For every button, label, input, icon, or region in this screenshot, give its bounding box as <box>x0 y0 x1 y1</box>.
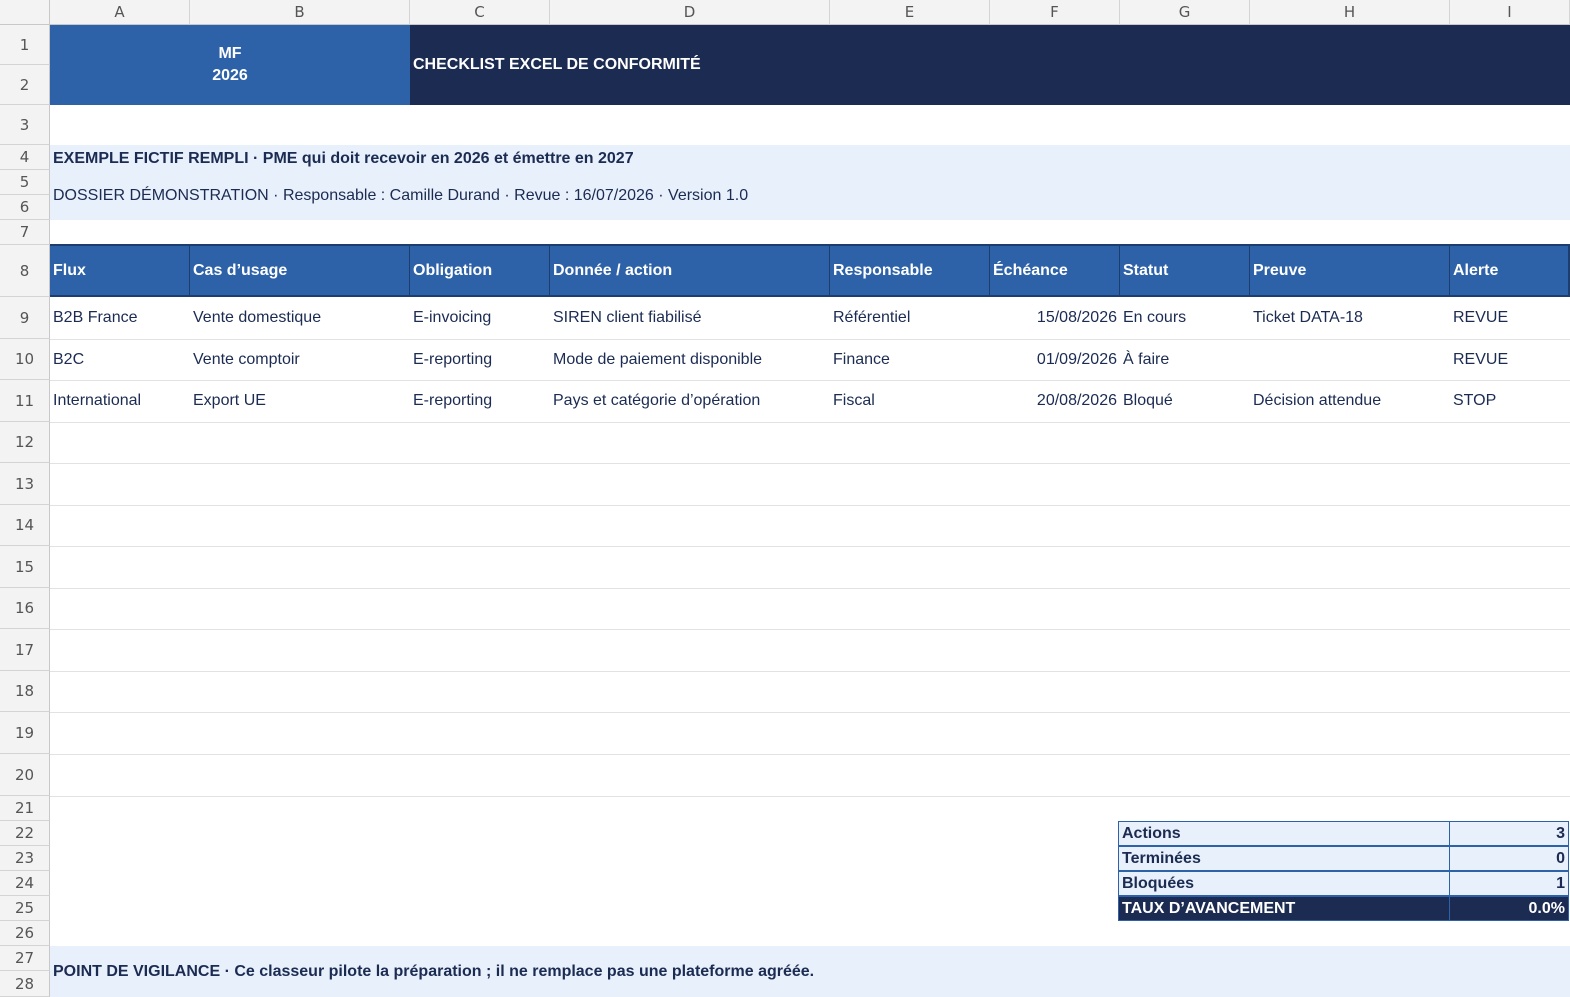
row-divider <box>50 754 1570 755</box>
table-cell[interactable]: Finance <box>830 339 990 380</box>
vigilance-note: POINT DE VIGILANCE · Ce classeur pilote … <box>53 963 815 980</box>
row-header-16[interactable]: 16 <box>0 588 50 629</box>
column-header-h[interactable]: H <box>1250 0 1450 25</box>
logo-block: MF 2026 <box>50 25 410 105</box>
table-cell-status[interactable]: Bloqué <box>1120 380 1250 422</box>
table-cell[interactable]: E-invoicing <box>410 297 550 339</box>
row-header-12[interactable]: 12 <box>0 422 50 463</box>
row-header-11[interactable]: 11 <box>0 380 50 422</box>
th-alerte[interactable]: Alerte <box>1450 244 1570 297</box>
column-header-c[interactable]: C <box>410 0 550 25</box>
column-header-d[interactable]: D <box>550 0 830 25</box>
row-header-25[interactable]: 25 <box>0 896 50 921</box>
row-header-2[interactable]: 2 <box>0 65 50 105</box>
row-header-6[interactable]: 6 <box>0 195 50 220</box>
row-header-17[interactable]: 17 <box>0 629 50 671</box>
table-cell[interactable]: Vente domestique <box>190 297 410 339</box>
select-all-corner[interactable] <box>0 0 50 25</box>
row-divider <box>50 546 1570 547</box>
row-header-15[interactable]: 15 <box>0 546 50 588</box>
th-responsable[interactable]: Responsable <box>830 244 990 297</box>
summary-bloquees-value[interactable]: 1 <box>1449 871 1569 896</box>
table-cell[interactable]: Référentiel <box>830 297 990 339</box>
row-header-10[interactable]: 10 <box>0 339 50 380</box>
row-header-21[interactable]: 21 <box>0 796 50 821</box>
table-cell[interactable]: International <box>50 380 190 422</box>
column-header-e[interactable]: E <box>830 0 990 25</box>
row-header-1[interactable]: 1 <box>0 25 50 65</box>
row-header-14[interactable]: 14 <box>0 505 50 546</box>
row-header-20[interactable]: 20 <box>0 754 50 796</box>
table-cell-alert[interactable]: REVUE <box>1450 339 1570 380</box>
table-cell[interactable]: Pays et catégorie d’opération <box>550 380 830 422</box>
table-cell[interactable]: Ticket DATA-18 <box>1250 297 1450 339</box>
row-header-23[interactable]: 23 <box>0 846 50 871</box>
dossier-line: DOSSIER DÉMONSTRATION · Responsable : Ca… <box>53 186 749 204</box>
summary-actions-value[interactable]: 3 <box>1449 821 1569 846</box>
row-divider <box>50 505 1570 506</box>
th-preuve[interactable]: Preuve <box>1250 244 1450 297</box>
row-divider <box>50 671 1570 672</box>
row-divider <box>50 422 1570 423</box>
table-cell-alert[interactable]: STOP <box>1450 380 1570 422</box>
table-cell[interactable]: Mode de paiement disponible <box>550 339 830 380</box>
th-obligation[interactable]: Obligation <box>410 244 550 297</box>
row-header-7[interactable]: 7 <box>0 220 50 245</box>
row-header-8[interactable]: 8 <box>0 245 50 297</box>
table-cell[interactable]: E-reporting <box>410 380 550 422</box>
table-cell[interactable]: SIREN client fiabilisé <box>550 297 830 339</box>
row-divider <box>50 588 1570 589</box>
column-header-a[interactable]: A <box>50 0 190 25</box>
th-cas-usage[interactable]: Cas d’usage <box>190 244 410 297</box>
table-cell[interactable]: Fiscal <box>830 380 990 422</box>
row-divider <box>50 712 1570 713</box>
row-header-24[interactable]: 24 <box>0 871 50 896</box>
column-header-f[interactable]: F <box>990 0 1120 25</box>
th-flux[interactable]: Flux <box>50 244 190 297</box>
logo-line-1: MF <box>218 45 242 62</box>
logo-line-2: 2026 <box>212 67 248 84</box>
row-header-4[interactable]: 4 <box>0 145 50 170</box>
row-header-3[interactable]: 3 <box>0 105 50 145</box>
row-header-27[interactable]: 27 <box>0 946 50 971</box>
table-cell-date[interactable]: 20/08/2026 <box>990 380 1120 422</box>
summary-terminees-value[interactable]: 0 <box>1449 846 1569 871</box>
row-header-28[interactable]: 28 <box>0 971 50 997</box>
th-statut[interactable]: Statut <box>1120 244 1250 297</box>
row-header-26[interactable]: 26 <box>0 921 50 946</box>
summary-progress-value[interactable]: 0.0% <box>1449 896 1569 921</box>
summary-progress-label[interactable]: TAUX D’AVANCEMENT <box>1118 896 1450 921</box>
summary-actions-label[interactable]: Actions <box>1118 821 1450 846</box>
row-divider <box>50 463 1570 464</box>
row-divider <box>50 796 1570 797</box>
table-cell[interactable]: Décision attendue <box>1250 380 1450 422</box>
row-header-5[interactable]: 5 <box>0 170 50 195</box>
row-divider <box>50 629 1570 630</box>
column-header-b[interactable]: B <box>190 0 410 25</box>
row-header-13[interactable]: 13 <box>0 463 50 505</box>
row-header-18[interactable]: 18 <box>0 671 50 712</box>
table-cell[interactable]: Export UE <box>190 380 410 422</box>
table-cell[interactable] <box>1250 339 1450 380</box>
page-title: CHECKLIST EXCEL DE CONFORMITÉ <box>410 25 1570 105</box>
row-header-9[interactable]: 9 <box>0 297 50 339</box>
table-cell-date[interactable]: 15/08/2026 <box>990 297 1120 339</box>
th-echeance[interactable]: Échéance <box>990 244 1120 297</box>
summary-terminees-label[interactable]: Terminées <box>1118 846 1450 871</box>
column-header-i[interactable]: I <box>1450 0 1570 25</box>
column-header-g[interactable]: G <box>1120 0 1250 25</box>
table-cell-alert[interactable]: REVUE <box>1450 297 1570 339</box>
table-cell[interactable]: Vente comptoir <box>190 339 410 380</box>
table-cell[interactable]: B2B France <box>50 297 190 339</box>
th-donnee-action[interactable]: Donnée / action <box>550 244 830 297</box>
row-header-19[interactable]: 19 <box>0 712 50 754</box>
table-cell-status[interactable]: En cours <box>1120 297 1250 339</box>
example-line: EXEMPLE FICTIF REMPLI · PME qui doit rec… <box>53 149 634 167</box>
table-cell-date[interactable]: 01/09/2026 <box>990 339 1120 380</box>
row-header-22[interactable]: 22 <box>0 821 50 846</box>
table-cell[interactable]: B2C <box>50 339 190 380</box>
table-cell[interactable]: E-reporting <box>410 339 550 380</box>
table-cell-status[interactable]: À faire <box>1120 339 1250 380</box>
summary-bloquees-label[interactable]: Bloquées <box>1118 871 1450 896</box>
